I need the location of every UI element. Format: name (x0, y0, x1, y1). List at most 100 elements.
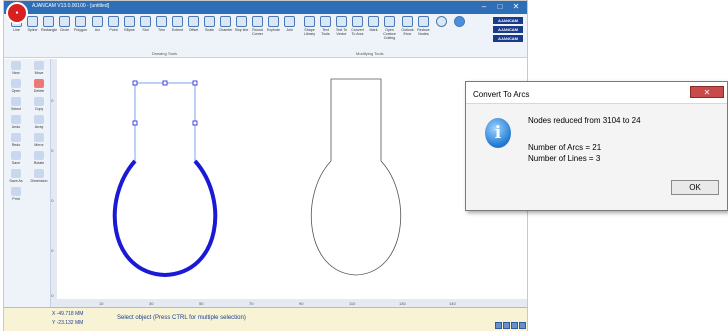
selected-shape-neck[interactable] (134, 82, 196, 161)
selection-handle[interactable] (192, 80, 198, 86)
selected-shape-bulb[interactable] (112, 159, 218, 278)
dialog-body: i Nodes reduced from 3104 to 24 Number o… (466, 103, 727, 210)
tool-convert-to-arcs[interactable]: Convert To Arcs (350, 16, 365, 36)
chamfer-icon (220, 16, 231, 27)
tool-reduce-nodes[interactable]: Reduce Nodes (416, 16, 431, 36)
tool-dimension[interactable]: Dimension (28, 169, 50, 183)
minimize-button[interactable]: – (477, 2, 491, 13)
tool-polygon[interactable]: Polygon (73, 16, 88, 32)
help-icon (454, 16, 465, 27)
canvas-svg[interactable]: 60 50 40 30 20 10 30 50 70 90 110 130 14… (49, 59, 527, 307)
tool-save[interactable]: Save (5, 151, 27, 165)
y-coordinate: Y -23.132 MM (52, 320, 84, 326)
open-folder-icon (11, 79, 21, 88)
ellipse-icon (124, 16, 135, 27)
tool-redo[interactable]: Redo (5, 133, 27, 147)
round-corner-icon (252, 16, 263, 27)
tool-round-corner[interactable]: Round Corner (250, 16, 265, 36)
tool-arc[interactable]: Arc (90, 16, 105, 32)
zoom-out-button[interactable] (503, 322, 510, 329)
offset-icon (188, 16, 199, 27)
drawing-tools-label: Drawing Tools (152, 51, 178, 56)
status-message: Select object (Press CTRL for multiple s… (117, 315, 246, 321)
brand-button-2[interactable]: AJANCAM (493, 26, 523, 33)
tool-circle[interactable]: Circle (57, 16, 72, 32)
brand-button-3[interactable]: AJANCAM (493, 35, 523, 42)
tool-mirror[interactable]: Mirror (28, 133, 50, 147)
tool-save-as[interactable]: Save As (5, 169, 27, 183)
tool-extend[interactable]: Extend (170, 16, 185, 32)
arc-icon (92, 16, 103, 27)
tool-trim[interactable]: Trim (154, 16, 169, 32)
tool-open-contour-cutting[interactable]: Open Contour Cutting (382, 16, 397, 40)
dialog-close-button[interactable]: ✕ (690, 86, 724, 98)
tool-new[interactable]: New (5, 61, 27, 75)
tool-shape-library[interactable]: Shape Library (302, 16, 317, 36)
tool-open[interactable]: Open (5, 79, 27, 93)
zoom-fit-button[interactable] (511, 322, 518, 329)
original-shape[interactable] (310, 78, 402, 276)
tool-spline[interactable]: Spline (25, 16, 40, 32)
save-icon (11, 151, 21, 160)
extend-icon (172, 16, 183, 27)
tool-print[interactable]: Print (5, 187, 27, 201)
tool-offset[interactable]: Offset (186, 16, 201, 32)
brand-button-1[interactable]: AJANCAM (493, 17, 523, 24)
drawing-canvas[interactable]: 60 50 40 30 20 10 30 50 70 90 110 130 14… (49, 59, 527, 307)
tool-select[interactable]: Select (5, 97, 27, 111)
selection-handle[interactable] (192, 120, 198, 126)
window-title: AJANCAM V13.0.00100 - [untitled] (32, 3, 109, 9)
tool-slot[interactable]: Slot (138, 16, 153, 32)
tool-help[interactable] (452, 16, 467, 28)
dimension-icon (34, 169, 44, 178)
slot-icon (140, 16, 151, 27)
mirror-icon (34, 133, 44, 142)
undo-icon (11, 115, 21, 124)
x-tick-label: 130 (399, 301, 406, 306)
tool-move[interactable]: Move (28, 61, 50, 75)
x-tick-label: 70 (249, 301, 254, 306)
app-logo: ● (6, 2, 28, 24)
tool-scale[interactable]: Scale (202, 16, 217, 32)
zoom-window-button[interactable] (519, 322, 526, 329)
tool-ellipse[interactable]: Ellipse (122, 16, 137, 32)
tool-undo[interactable]: Undo (5, 115, 27, 129)
tool-mark[interactable]: Mark (366, 16, 381, 32)
tool-point[interactable]: Point (106, 16, 121, 32)
x-tick-label: 140 (449, 301, 456, 306)
tool-text-tools[interactable]: Text Tools (318, 16, 333, 36)
tool-copy[interactable]: Copy (28, 97, 50, 111)
maximize-button[interactable]: □ (493, 2, 507, 13)
tool-array[interactable]: Array (28, 115, 50, 129)
zoom-in-button[interactable] (495, 322, 502, 329)
cad-application-window: AJANCAM V13.0.00100 - [untitled] – □ ✕ ●… (3, 0, 528, 331)
save-as-icon (11, 169, 21, 178)
polygon-icon (75, 16, 86, 27)
tool-delete[interactable]: Delete (28, 79, 50, 93)
tool-chamfer[interactable]: Chamfer (218, 16, 233, 32)
left-toolbar: New Move Open Delete Select Copy Undo Ar… (4, 59, 51, 307)
ok-button[interactable]: OK (671, 180, 719, 195)
gear-icon (436, 16, 447, 27)
selection-handle[interactable] (162, 80, 168, 86)
info-icon: i (485, 118, 511, 148)
tool-text-to-vector[interactable]: Text To Vector (334, 16, 349, 36)
tool-rectangle[interactable]: Rectangle (41, 16, 57, 32)
arcs-count-message: Number of Arcs = 21 (528, 143, 602, 152)
tool-outlook-error[interactable]: Outlook Error (400, 16, 415, 36)
tool-join[interactable]: Join (282, 16, 297, 32)
selection-handle[interactable] (132, 120, 138, 126)
tool-settings[interactable] (434, 16, 449, 28)
tool-slop-line[interactable]: Slop line (234, 16, 249, 32)
close-button[interactable]: ✕ (509, 2, 523, 13)
selection-handle[interactable] (132, 80, 138, 86)
tool-rotate[interactable]: Rotate (28, 151, 50, 165)
text-to-vector-icon (336, 16, 347, 27)
x-tick-label: 90 (299, 301, 304, 306)
move-icon (34, 61, 44, 70)
modifying-tools-label: Modifying Tools (356, 51, 384, 56)
tool-explode[interactable]: Explode (266, 16, 281, 32)
text-tools-icon (320, 16, 331, 27)
redo-icon (11, 133, 21, 142)
x-tick-label: 10 (99, 301, 104, 306)
